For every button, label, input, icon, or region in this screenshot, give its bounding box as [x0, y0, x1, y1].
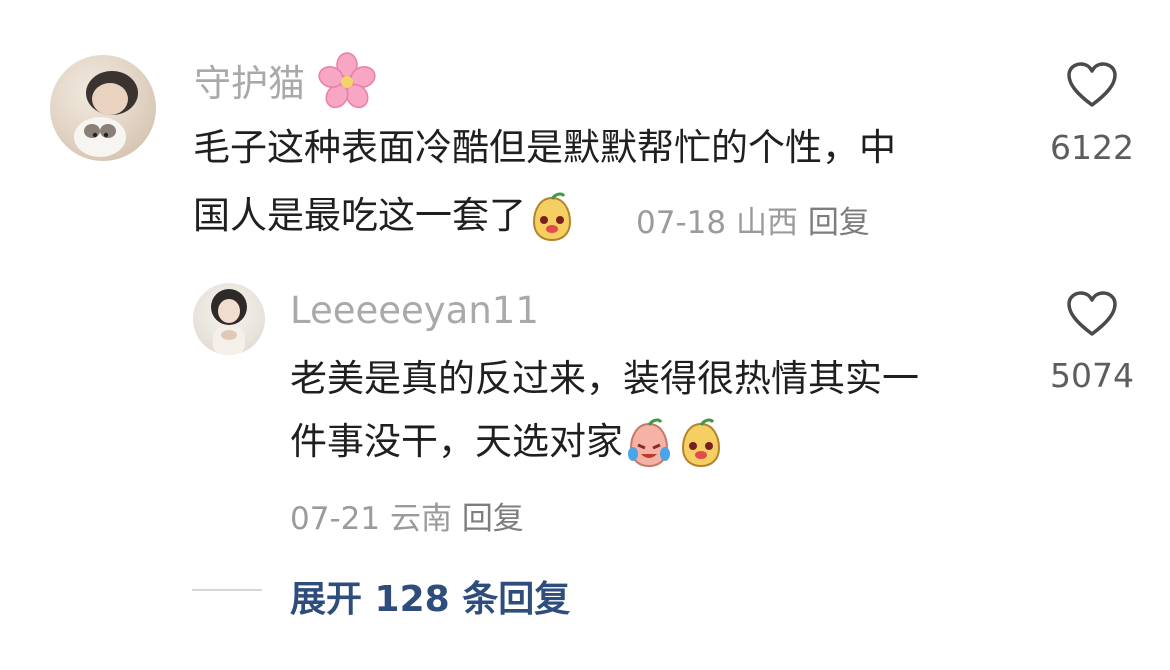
comment-text-line-2: 国人是最吃这一套了 — [193, 186, 578, 246]
reply-button[interactable]: 回复 — [462, 501, 524, 537]
reply-meta: 07-21 云南 回复 — [290, 493, 524, 538]
comment-username[interactable]: 守护猫 — [194, 62, 305, 106]
avatar-image — [74, 71, 138, 157]
reply-location: 云南 — [389, 501, 452, 537]
comment-text-line-1: 毛子这种表面冷酷但是默默帮忙的个性，中 — [193, 126, 896, 169]
comment-meta: 07-18 山西 回复 — [636, 197, 870, 242]
expand-replies-button[interactable]: 展开 128 条回复 — [290, 570, 570, 622]
reply-date: 07-21 — [290, 501, 381, 537]
avatar-main-comment[interactable] — [50, 55, 156, 161]
comment-location: 山西 — [735, 205, 798, 241]
pear-mascot-icon — [532, 192, 572, 241]
reply-text: 件事没干，天选对家 — [290, 420, 623, 463]
heart-outline-icon[interactable] — [1066, 291, 1118, 337]
reply-button[interactable]: 回复 — [808, 205, 870, 241]
username-text: 守护猫 — [194, 62, 305, 105]
username-text: Leeeeeyan11 — [290, 289, 539, 332]
avatar-reply-comment[interactable] — [193, 283, 265, 355]
reply-text-line-2: 件事没干，天选对家 — [290, 412, 727, 472]
comment-text: 国人是最吃这一套了 — [193, 194, 526, 237]
comment-date: 07-18 — [636, 205, 727, 241]
heart-outline-icon[interactable] — [1066, 62, 1118, 108]
like-count: 5074 — [1050, 356, 1134, 395]
like-count: 6122 — [1050, 128, 1134, 167]
avatar-image — [211, 289, 247, 355]
pear-mascot-icon — [681, 418, 721, 467]
expand-divider — [192, 589, 262, 591]
crying-laugh-mascot-icon — [628, 418, 670, 467]
cherry-blossom-icon — [318, 52, 376, 109]
reply-username[interactable]: Leeeeeyan11 — [290, 289, 539, 333]
reply-text-line-1: 老美是真的反过来，装得很热情其实一 — [290, 357, 919, 400]
